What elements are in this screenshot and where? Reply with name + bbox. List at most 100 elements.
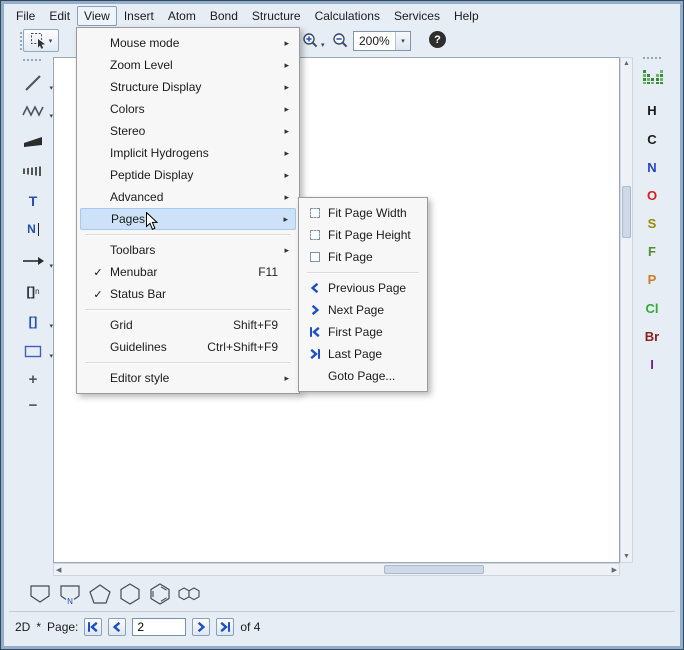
- menu-separator: [85, 309, 291, 310]
- view-menu-item-implicit-hydrogens[interactable]: Implicit Hydrogens ▸: [80, 142, 296, 164]
- view-menu-item-menubar[interactable]: ✓ Menubar F11: [80, 261, 296, 283]
- horizontal-scroll-thumb[interactable]: [384, 565, 484, 574]
- element-button-h[interactable]: H: [635, 103, 669, 118]
- hashed-bond-tool-button[interactable]: [20, 159, 46, 183]
- pages-item-next-page[interactable]: Next Page: [302, 299, 424, 321]
- menu-separator: [85, 234, 291, 235]
- scroll-left-icon[interactable]: ◀: [56, 565, 61, 576]
- submenu-arrow-icon: ▸: [283, 214, 291, 225]
- zoom-level-combobox[interactable]: 200% ▾: [353, 31, 411, 51]
- page-number-input[interactable]: [132, 618, 186, 636]
- scroll-right-icon[interactable]: ▶: [612, 565, 617, 576]
- element-button-o[interactable]: O: [635, 188, 669, 203]
- element-button-p[interactable]: P: [635, 272, 669, 287]
- menu-services[interactable]: Services: [387, 6, 447, 26]
- view-menu-item-zoom-level[interactable]: Zoom Level ▸: [80, 54, 296, 76]
- element-button-n[interactable]: N: [635, 160, 669, 175]
- pages-item-previous-page[interactable]: Previous Page: [302, 277, 424, 299]
- menu-view[interactable]: View: [77, 6, 117, 26]
- bracket-tool-button[interactable]: [] ▾: [20, 309, 46, 333]
- view-menu-item-pages[interactable]: Pages ▸: [80, 208, 296, 230]
- text-tool-label: T: [29, 193, 38, 209]
- template-cyclopentane-ring[interactable]: [87, 582, 113, 606]
- element-button-f[interactable]: F: [635, 244, 669, 259]
- rectangle-tool-button[interactable]: ▾: [20, 339, 46, 363]
- last-page-icon: [308, 348, 322, 360]
- view-menu-item-editor-style[interactable]: Editor style ▸: [80, 367, 296, 389]
- menubar: File Edit View Insert Atom Bond Structur…: [9, 6, 675, 26]
- pages-submenu: Fit Page Width Fit Page Height Fit Page …: [298, 197, 428, 392]
- text-tool-button[interactable]: T: [20, 189, 46, 213]
- atom-tool-button[interactable]: N: [20, 217, 46, 241]
- pages-item-first-page[interactable]: First Page: [302, 321, 424, 343]
- bold-bond-icon: [23, 134, 43, 148]
- view-menu-item-peptide-display[interactable]: Peptide Display ▸: [80, 164, 296, 186]
- pages-item-last-page[interactable]: Last Page: [302, 343, 424, 365]
- vertical-scroll-thumb[interactable]: [622, 186, 631, 238]
- chain-tool-button[interactable]: ▾: [20, 99, 46, 123]
- help-button[interactable]: ?: [429, 31, 446, 48]
- menu-separator: [85, 362, 291, 363]
- canvas-vertical-scrollbar[interactable]: ▲ ▼: [620, 57, 633, 563]
- zoom-dropdown-arrow-icon[interactable]: ▾: [321, 41, 325, 49]
- pages-item-fit-page-height[interactable]: Fit Page Height: [302, 224, 424, 246]
- menu-atom[interactable]: Atom: [161, 6, 203, 26]
- decrease-charge-button[interactable]: −: [20, 393, 46, 417]
- menu-edit[interactable]: Edit: [42, 6, 77, 26]
- element-button-br[interactable]: Br: [635, 329, 669, 344]
- increase-charge-button[interactable]: +: [20, 367, 46, 391]
- periodic-table-button[interactable]: [640, 65, 666, 89]
- scroll-down-icon[interactable]: ▼: [623, 551, 630, 562]
- selection-tool-button[interactable]: ▾: [23, 29, 59, 52]
- view-menu-item-advanced[interactable]: Advanced ▸: [80, 186, 296, 208]
- view-menu: Mouse mode ▸ Zoom Level ▸ Structure Disp…: [76, 27, 300, 394]
- combo-dropdown-icon[interactable]: ▾: [395, 32, 410, 50]
- toolbar-grip[interactable]: [643, 57, 661, 60]
- view-menu-item-grid[interactable]: Grid Shift+F9: [80, 314, 296, 336]
- element-button-i[interactable]: I: [635, 357, 669, 372]
- view-menu-item-colors[interactable]: Colors ▸: [80, 98, 296, 120]
- element-button-s[interactable]: S: [635, 216, 669, 231]
- element-button-cl[interactable]: Cl: [635, 301, 669, 316]
- menu-bond[interactable]: Bond: [203, 6, 245, 26]
- bold-bond-tool-button[interactable]: [20, 129, 46, 153]
- toolbar-grip[interactable]: [23, 59, 41, 62]
- menu-item-label: Fit Page Height: [328, 228, 411, 242]
- template-naphthalene[interactable]: [177, 582, 203, 606]
- view-menu-item-stereo[interactable]: Stereo ▸: [80, 120, 296, 142]
- view-menu-item-guidelines[interactable]: Guidelines Ctrl+Shift+F9: [80, 336, 296, 358]
- view-menu-item-mouse-mode[interactable]: Mouse mode ▸: [80, 32, 296, 54]
- view-menu-item-structure-display[interactable]: Structure Display ▸: [80, 76, 296, 98]
- view-menu-item-toolbars[interactable]: Toolbars ▸: [80, 239, 296, 261]
- repeat-bracket-tool-button[interactable]: []n: [20, 279, 46, 303]
- zoom-out-button[interactable]: [331, 31, 349, 49]
- menu-item-label: Mouse mode: [110, 36, 179, 50]
- menu-insert[interactable]: Insert: [117, 6, 161, 26]
- zoom-in-button[interactable]: [301, 31, 319, 49]
- element-button-c[interactable]: C: [635, 132, 669, 147]
- menu-calculations[interactable]: Calculations: [308, 6, 387, 26]
- scroll-up-icon[interactable]: ▲: [623, 58, 630, 69]
- view-menu-item-status-bar[interactable]: ✓ Status Bar: [80, 283, 296, 305]
- template-pyrrolidine[interactable]: N: [57, 582, 83, 606]
- last-page-button[interactable]: [216, 618, 234, 636]
- pages-item-fit-page[interactable]: Fit Page: [302, 246, 424, 268]
- pages-item-fit-page-width[interactable]: Fit Page Width: [302, 202, 424, 224]
- next-page-button[interactable]: [192, 618, 210, 636]
- menu-item-label: Structure Display: [110, 80, 201, 94]
- first-page-icon: [87, 621, 99, 633]
- template-cyclohexane[interactable]: [117, 582, 143, 606]
- template-cyclopentane[interactable]: [27, 582, 53, 606]
- previous-page-button[interactable]: [108, 618, 126, 636]
- template-benzene[interactable]: [147, 582, 173, 606]
- menu-file[interactable]: File: [9, 6, 42, 26]
- arrow-tool-button[interactable]: ▾: [20, 249, 46, 273]
- canvas-horizontal-scrollbar[interactable]: ◀ ▶: [53, 563, 620, 576]
- bond-tool-button[interactable]: ▾: [20, 71, 46, 95]
- menu-item-label: Fit Page: [328, 250, 373, 264]
- checkmark-icon: ✓: [86, 288, 110, 301]
- pages-item-goto-page[interactable]: Goto Page...: [302, 365, 424, 387]
- menu-structure[interactable]: Structure: [245, 6, 308, 26]
- menu-help[interactable]: Help: [447, 6, 486, 26]
- first-page-button[interactable]: [84, 618, 102, 636]
